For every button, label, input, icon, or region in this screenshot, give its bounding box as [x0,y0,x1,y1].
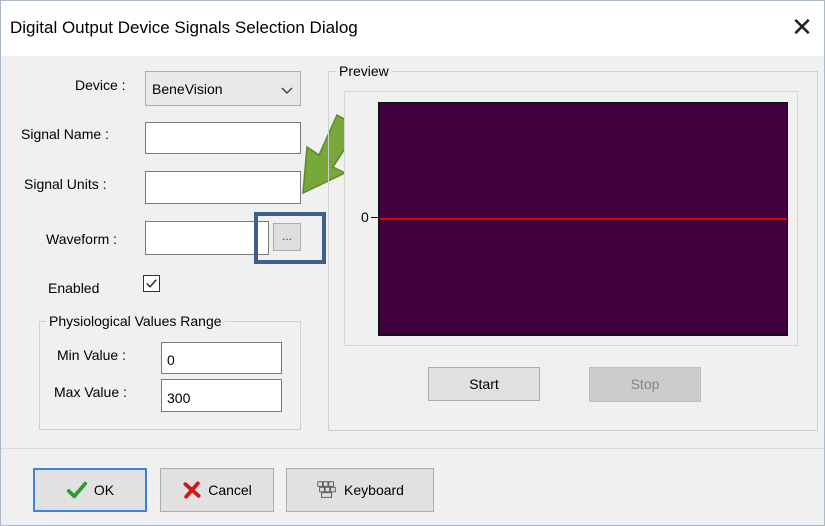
enabled-checkbox[interactable] [143,275,160,292]
signal-name-label: Signal Name : [21,126,109,142]
signal-name-input[interactable] [145,122,301,154]
waveform-trace-line [380,218,787,220]
y-axis-tick [371,217,378,218]
close-icon: ✕ [791,12,813,42]
device-selected-value: BeneVision [152,81,223,97]
keyboard-button[interactable]: Keyboard [286,468,434,512]
min-value-label: Min Value : [57,347,126,363]
footer-separator [1,448,824,449]
enabled-label: Enabled [48,280,100,296]
title-bar: Digital Output Device Signals Selection … [1,1,824,56]
max-value-input[interactable] [161,379,282,412]
start-button[interactable]: Start [428,367,540,401]
device-dropdown[interactable]: BeneVision [145,71,301,106]
physiological-range-title: Physiological Values Range [46,313,225,329]
window-title: Digital Output Device Signals Selection … [10,18,358,37]
signals-selection-dialog: Digital Output Device Signals Selection … [0,0,825,526]
device-label: Device : [75,77,126,93]
x-cross-icon [183,481,201,499]
waveform-input[interactable] [145,221,269,255]
preview-title: Preview [336,63,392,79]
signal-units-label: Signal Units : [24,176,107,192]
chevron-down-icon [281,87,293,94]
signal-units-input[interactable] [145,171,301,204]
keyboard-icon [317,481,336,498]
ok-label: OK [93,482,115,498]
y-axis-tick-label: 0 [361,209,369,225]
waveform-label: Waveform : [46,231,118,247]
waveform-plot [378,102,788,336]
ok-button[interactable]: OK [33,468,147,512]
close-button[interactable]: ✕ [790,13,814,41]
checkmark-icon [66,481,87,499]
cancel-label: Cancel [208,482,252,498]
stop-button[interactable]: Stop [589,367,701,402]
keyboard-label: Keyboard [344,482,404,498]
checkmark-icon [146,279,157,288]
min-value-input[interactable] [161,342,282,374]
physiological-range-group [39,321,301,430]
waveform-browse-button[interactable]: ... [273,223,301,251]
cancel-button[interactable]: Cancel [160,468,274,512]
max-value-label: Max Value : [54,384,127,400]
